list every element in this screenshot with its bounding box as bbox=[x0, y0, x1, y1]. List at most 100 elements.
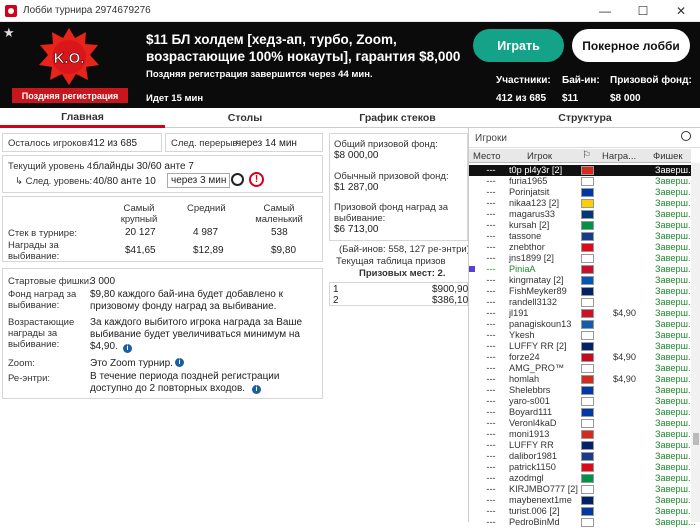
country-flag-icon bbox=[581, 386, 594, 395]
country-flag-icon bbox=[581, 441, 594, 450]
table-row[interactable]: --- Porinjatsit Заверш... bbox=[469, 187, 696, 198]
zoom-label: Zoom: bbox=[8, 358, 35, 369]
country-flag-icon bbox=[581, 210, 594, 219]
table-row[interactable]: --- tassone Заверш... bbox=[469, 231, 696, 242]
table-row[interactable]: --- turist.006 [2] Заверш... bbox=[469, 506, 696, 517]
player-name: t0p pl4y3r [2] bbox=[509, 165, 563, 175]
bounty-cell: $4,90 bbox=[613, 374, 636, 384]
player-name: tassone bbox=[509, 231, 542, 241]
table-row[interactable]: --- FishMeyker89 Заверш... bbox=[469, 286, 696, 297]
table-row[interactable]: --- dalibor1981 Заверш... bbox=[469, 451, 696, 462]
table-row[interactable]: --- maybenext1me Заверш... bbox=[469, 495, 696, 506]
reentry-label: Ре-энтри: bbox=[8, 373, 51, 384]
table-row[interactable]: --- forze24 $4,90 Заверш... bbox=[469, 352, 696, 363]
favorite-star-icon[interactable]: ★ bbox=[3, 25, 15, 41]
minimize-icon[interactable]: — bbox=[586, 0, 624, 22]
country-flag-icon bbox=[581, 342, 594, 351]
alert-icon[interactable]: ! bbox=[249, 172, 264, 187]
payout-amount: $900,90 bbox=[432, 284, 469, 295]
tab-stack-chart[interactable]: График стеков bbox=[325, 108, 470, 128]
table-row[interactable]: --- Veronl4kaD Заверш... bbox=[469, 418, 696, 429]
buyin-label: Бай-ин: bbox=[562, 75, 600, 86]
table-row[interactable]: --- furia1965 Заверш... bbox=[469, 176, 696, 187]
bounty-smallest: $9,80 bbox=[271, 245, 297, 256]
zoom-info-icon[interactable]: i bbox=[175, 358, 184, 367]
country-flag-icon bbox=[581, 309, 594, 318]
search-icon[interactable] bbox=[681, 131, 691, 141]
table-row[interactable]: --- Boyard111 Заверш... bbox=[469, 407, 696, 418]
chips-cell: Заверш... bbox=[655, 253, 696, 263]
table-row[interactable]: --- moni1913 Заверш... bbox=[469, 429, 696, 440]
table-row[interactable]: --- panagiskoun13 Заверш... bbox=[469, 319, 696, 330]
tab-structure[interactable]: Структура bbox=[470, 108, 700, 128]
table-row[interactable]: --- znebthor Заверш... bbox=[469, 242, 696, 253]
table-row[interactable]: --- Shelebbrs Заверш... bbox=[469, 385, 696, 396]
table-row[interactable]: --- PedroBinMd Заверш... bbox=[469, 517, 696, 528]
player-name: moni1913 bbox=[509, 429, 550, 439]
table-row[interactable]: --- LUFFY RR [2] Заверш... bbox=[469, 341, 696, 352]
table-row[interactable]: --- LUFFY RR Заверш... bbox=[469, 440, 696, 451]
chips-value: 3 000 bbox=[90, 276, 116, 287]
country-flag-icon bbox=[581, 507, 594, 516]
stack-label: Стек в турнире: bbox=[8, 228, 78, 239]
table-row[interactable]: --- KIRJMBO777 [2] Заверш... bbox=[469, 484, 696, 495]
players-scrollbar[interactable] bbox=[691, 163, 700, 522]
country-flag-icon bbox=[581, 397, 594, 406]
col-chips[interactable]: Фишек bbox=[653, 151, 683, 162]
table-row[interactable]: --- randell3132 Заверш... bbox=[469, 297, 696, 308]
place-cell: --- bbox=[486, 209, 496, 219]
table-row[interactable]: --- AMG_PRO™ Заверш... bbox=[469, 363, 696, 374]
chips-cell: Заверш... bbox=[655, 165, 696, 175]
total-prize-value: $8 000,00 bbox=[334, 150, 379, 161]
player-search-input[interactable]: Игроки bbox=[469, 128, 700, 148]
maximize-icon[interactable]: ☐ bbox=[624, 0, 662, 22]
country-flag-icon bbox=[581, 331, 594, 340]
play-button[interactable]: Играть bbox=[473, 29, 564, 62]
col-place[interactable]: Место bbox=[473, 151, 501, 162]
tab-tables[interactable]: Столы bbox=[165, 108, 325, 128]
scrollbar-thumb[interactable] bbox=[693, 433, 699, 445]
col-smallest-header: Самый маленький bbox=[255, 203, 303, 225]
chips-cell: Заверш... bbox=[655, 297, 696, 307]
poker-lobby-button[interactable]: Покерное лобби bbox=[572, 29, 690, 62]
table-row[interactable]: --- Ykesh Заверш... bbox=[469, 330, 696, 341]
svg-text:K.O.: K.O. bbox=[54, 50, 85, 67]
place-cell: --- bbox=[486, 275, 496, 285]
country-flag-icon bbox=[581, 375, 594, 384]
close-icon[interactable]: ✕ bbox=[662, 0, 700, 22]
table-row[interactable]: --- nikaa123 [2] Заверш... bbox=[469, 198, 696, 209]
payout-table: 1 $900,90 2 $386,10 bbox=[329, 282, 468, 306]
player-name: Porinjatsit bbox=[509, 187, 550, 197]
table-row[interactable]: --- patrick1150 Заверш... bbox=[469, 462, 696, 473]
player-name: furia1965 bbox=[509, 176, 548, 186]
table-row[interactable]: --- yaro-s001 Заверш... bbox=[469, 396, 696, 407]
table-row[interactable]: --- azodmgl Заверш... bbox=[469, 473, 696, 484]
chips-cell: Заверш... bbox=[655, 363, 696, 373]
player-name: Veronl4kaD bbox=[509, 418, 557, 428]
progressive-info-icon[interactable]: i bbox=[123, 344, 132, 353]
col-player[interactable]: Игрок bbox=[527, 151, 552, 162]
country-flag-icon bbox=[581, 474, 594, 483]
chips-cell: Заверш... bbox=[655, 341, 696, 351]
col-bounty[interactable]: Награ... bbox=[602, 151, 636, 162]
reentry-info-icon[interactable]: i bbox=[252, 385, 261, 394]
table-row[interactable]: --- homlah $4,90 Заверш... bbox=[469, 374, 696, 385]
table-row[interactable]: --- t0p pl4y3r [2] Заверш... bbox=[469, 165, 696, 176]
break-panel: След. перерыв: через 14 мин bbox=[165, 133, 323, 152]
player-name: azodmgl bbox=[509, 473, 544, 483]
table-row[interactable]: --- magarus33 Заверш... bbox=[469, 209, 696, 220]
table-row[interactable]: --- PiniaA Заверш... bbox=[469, 264, 696, 275]
place-cell: --- bbox=[486, 506, 496, 516]
player-name: magarus33 bbox=[509, 209, 555, 219]
table-row[interactable]: --- jns1899 [2] Заверш... bbox=[469, 253, 696, 264]
table-row[interactable]: --- jl191 $4,90 Заверш... bbox=[469, 308, 696, 319]
tab-main[interactable]: Главная bbox=[0, 108, 165, 128]
break-label: След. перерыв: bbox=[171, 138, 241, 149]
place-cell: --- bbox=[486, 187, 496, 197]
table-row[interactable]: --- kingmatay [2] Заверш... bbox=[469, 275, 696, 286]
table-row[interactable]: --- kursah [2] Заверш... bbox=[469, 220, 696, 231]
stack-smallest: 538 bbox=[271, 227, 288, 238]
bounty-average: $12,89 bbox=[193, 245, 224, 256]
flag-column-icon[interactable]: ⚐ bbox=[582, 150, 591, 161]
country-flag-icon bbox=[581, 485, 594, 494]
